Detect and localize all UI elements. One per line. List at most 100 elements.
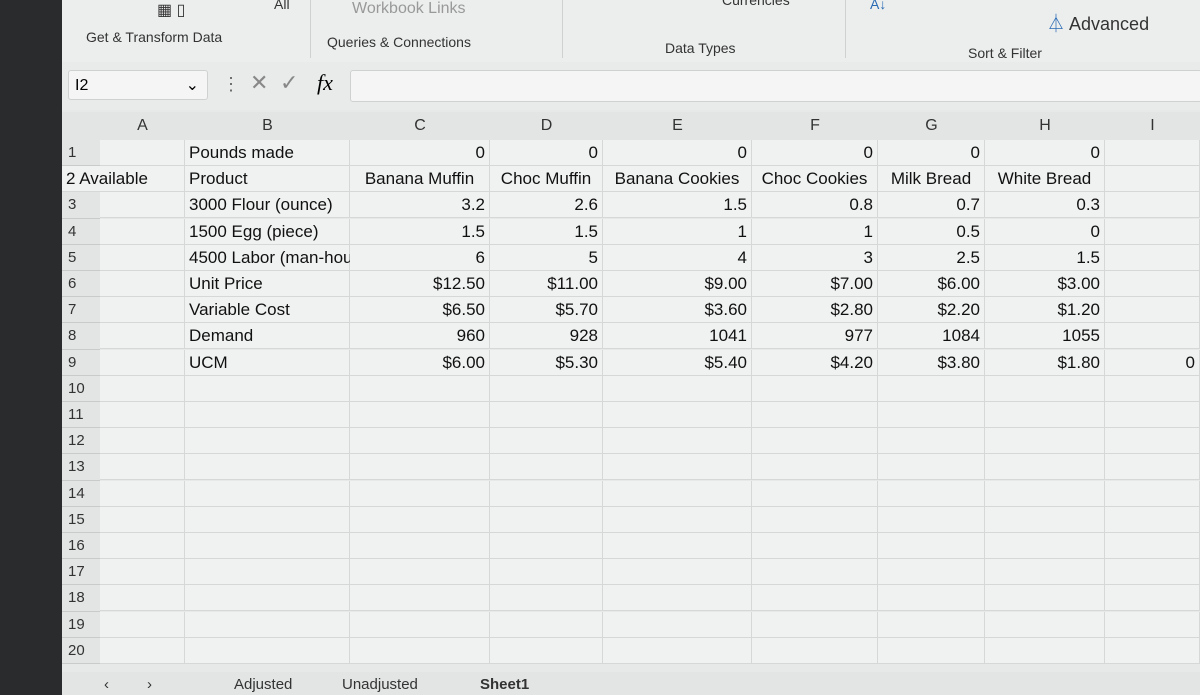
cell-F9[interactable]: $4.20 [752, 349, 878, 376]
cell-A6[interactable] [100, 271, 185, 297]
cell-A12[interactable] [100, 428, 185, 455]
cell-G16[interactable] [878, 533, 985, 559]
cell-G12[interactable] [878, 428, 985, 455]
cell-H8[interactable]: 1055 [985, 323, 1105, 350]
cell-F11[interactable] [752, 402, 878, 428]
cell-E6[interactable]: $9.00 [603, 271, 752, 297]
cell-D11[interactable] [490, 402, 603, 428]
cell-D1[interactable]: 0 [490, 140, 603, 166]
cell-H5[interactable]: 1.5 [985, 244, 1105, 271]
fx-icon[interactable]: fx [317, 70, 333, 96]
cell-C1[interactable]: 0 [350, 140, 490, 166]
cell-A18[interactable] [100, 585, 185, 612]
row-header-14[interactable]: 14 [62, 480, 100, 507]
cell-E5[interactable]: 4 [603, 244, 752, 271]
cell-I16[interactable] [1105, 533, 1200, 559]
cell-C2[interactable]: Banana Muffin [350, 166, 490, 193]
row-header-18[interactable]: 18 [62, 585, 100, 612]
cell-I4[interactable] [1105, 218, 1200, 245]
cell-B14[interactable] [185, 480, 350, 507]
cell-E4[interactable]: 1 [603, 218, 752, 245]
cell-B10[interactable] [185, 375, 350, 402]
cell-H15[interactable] [985, 506, 1105, 533]
row-header-20[interactable]: 20 [62, 637, 100, 664]
cell-B19[interactable] [185, 611, 350, 638]
cell-A10[interactable] [100, 375, 185, 402]
cell-F16[interactable] [752, 533, 878, 559]
cell-H7[interactable]: $1.20 [985, 297, 1105, 324]
cell-A8[interactable] [100, 323, 185, 350]
cell-E10[interactable] [603, 375, 752, 402]
cell-H10[interactable] [985, 375, 1105, 402]
cell-I12[interactable] [1105, 428, 1200, 455]
cell-C19[interactable] [350, 611, 490, 638]
cell-I8[interactable] [1105, 323, 1200, 350]
cell-C20[interactable] [350, 637, 490, 664]
cell-B5[interactable]: 4500 Labor (man-hour) [185, 244, 364, 271]
cell-D3[interactable]: 2.6 [490, 192, 603, 219]
cell-B2[interactable]: Product [185, 166, 350, 193]
cell-F4[interactable]: 1 [752, 218, 878, 245]
cell-H18[interactable] [985, 585, 1105, 612]
cell-F15[interactable] [752, 506, 878, 533]
sheet-tab-sheet1[interactable]: Sheet1 [480, 676, 529, 693]
cell-E1[interactable]: 0 [603, 140, 752, 166]
column-header-I[interactable]: I [1105, 112, 1200, 140]
advanced-filter-button[interactable]: ⏃ Advanced [1047, 10, 1149, 36]
cell-C12[interactable] [350, 428, 490, 455]
row-header-6[interactable]: 6 [62, 271, 100, 298]
cell-G10[interactable] [878, 375, 985, 402]
column-header-D[interactable]: D [490, 112, 604, 140]
name-box[interactable]: I2 ⌄ [68, 70, 208, 100]
cell-I19[interactable] [1105, 611, 1200, 638]
cell-C13[interactable] [350, 454, 490, 481]
cell-B1[interactable]: Pounds made [185, 140, 350, 166]
cell-H3[interactable]: 0.3 [985, 192, 1105, 219]
cell-G14[interactable] [878, 480, 985, 507]
cell-C5[interactable]: 6 [350, 244, 490, 271]
column-header-B[interactable]: B [185, 112, 351, 140]
cell-E16[interactable] [603, 533, 752, 559]
sheet-tab-adjusted[interactable]: Adjusted [234, 676, 292, 693]
cell-G17[interactable] [878, 559, 985, 586]
cell-F20[interactable] [752, 637, 878, 664]
cell-E15[interactable] [603, 506, 752, 533]
column-header-C[interactable]: C [350, 112, 491, 140]
cell-F18[interactable] [752, 585, 878, 612]
cell-I13[interactable] [1105, 454, 1200, 481]
row-header-1[interactable]: 1 [62, 140, 100, 167]
enter-icon[interactable]: ✓ [280, 70, 298, 96]
cell-D5[interactable]: 5 [490, 244, 603, 271]
cell-G15[interactable] [878, 506, 985, 533]
row-header-8[interactable]: 8 [62, 323, 100, 350]
cell-D10[interactable] [490, 375, 603, 402]
cell-A19[interactable] [100, 611, 185, 638]
cell-D19[interactable] [490, 611, 603, 638]
cell-I5[interactable] [1105, 244, 1200, 271]
cell-I9[interactable]: 0 [1105, 349, 1200, 376]
cell-G20[interactable] [878, 637, 985, 664]
cell-H2[interactable]: White Bread [985, 166, 1105, 193]
cell-G2[interactable]: Milk Bread [878, 166, 985, 193]
cell-C17[interactable] [350, 559, 490, 586]
column-header-H[interactable]: H [985, 112, 1106, 140]
row-header-10[interactable]: 10 [62, 375, 100, 402]
cell-A7[interactable] [100, 297, 185, 324]
cell-F8[interactable]: 977 [752, 323, 878, 350]
cell-A15[interactable] [100, 506, 185, 533]
cell-B8[interactable]: Demand [185, 323, 350, 350]
cell-A13[interactable] [100, 454, 185, 481]
column-header-A[interactable]: A [100, 112, 186, 140]
select-all[interactable] [62, 112, 101, 140]
cell-C3[interactable]: 3.2 [350, 192, 490, 219]
cell-I2[interactable] [1105, 166, 1200, 193]
cell-F6[interactable]: $7.00 [752, 271, 878, 297]
cell-B13[interactable] [185, 454, 350, 481]
cell-E2[interactable]: Banana Cookies [603, 166, 752, 193]
cell-G6[interactable]: $6.00 [878, 271, 985, 297]
cell-G3[interactable]: 0.7 [878, 192, 985, 219]
cell-B6[interactable]: Unit Price [185, 271, 350, 297]
cell-G18[interactable] [878, 585, 985, 612]
cell-C9[interactable]: $6.00 [350, 349, 490, 376]
cell-D13[interactable] [490, 454, 603, 481]
